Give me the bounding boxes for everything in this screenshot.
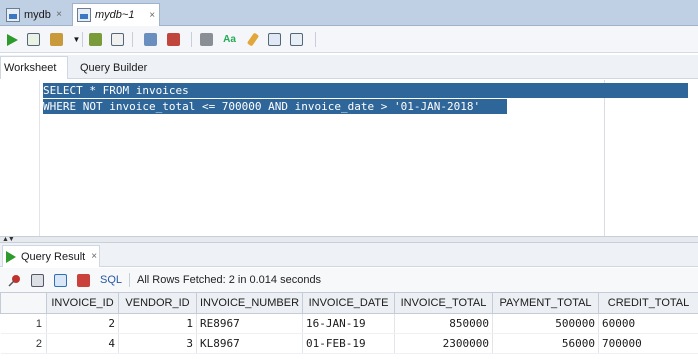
column-header[interactable]: INVOICE_TOTAL xyxy=(394,292,493,314)
tab-query-builder[interactable]: Query Builder xyxy=(80,56,147,79)
document-tab-strip: mydb × mydb~1 × xyxy=(0,0,698,26)
column-header[interactable]: VENDOR_ID xyxy=(118,292,197,314)
tab-label: mydb~1 xyxy=(95,9,135,21)
column-header[interactable]: INVOICE_ID xyxy=(46,292,119,314)
toolbar-divider xyxy=(132,32,133,47)
toolbar-divider xyxy=(82,32,83,47)
close-icon[interactable]: × xyxy=(149,10,155,21)
cancel-button[interactable] xyxy=(198,31,215,48)
table-cell[interactable]: 700000 xyxy=(598,333,698,354)
editor-subtabs: Worksheet Query Builder xyxy=(0,55,698,79)
rollback-button[interactable] xyxy=(165,31,182,48)
autotrace-icon xyxy=(111,33,124,46)
refresh-icon xyxy=(53,273,67,287)
cancel-icon xyxy=(76,273,90,287)
close-icon[interactable]: × xyxy=(91,251,97,262)
column-header[interactable]: PAYMENT_TOTAL xyxy=(492,292,599,314)
tuning-advisor-icon xyxy=(290,33,303,46)
table-cell[interactable]: 850000 xyxy=(394,313,493,334)
printer-icon xyxy=(30,273,44,287)
table-cell[interactable]: 3 xyxy=(118,333,197,354)
header-row: INVOICE_ID VENDOR_ID INVOICE_NUMBER INVO… xyxy=(0,292,698,314)
explain-plan-icon xyxy=(89,33,102,46)
table-cell[interactable]: 500000 xyxy=(492,313,599,334)
sql-history-button[interactable] xyxy=(266,31,283,48)
commit-button[interactable] xyxy=(48,31,65,48)
history-icon xyxy=(268,33,281,46)
result-tab-label: Query Result xyxy=(21,250,86,263)
print-button[interactable] xyxy=(29,272,45,288)
column-header[interactable]: CREDIT_TOTAL xyxy=(598,292,698,314)
table-cell[interactable]: 56000 xyxy=(492,333,599,354)
sql-tuning-button[interactable] xyxy=(288,31,305,48)
sql-link[interactable]: SQL xyxy=(100,274,122,286)
cancel-fetch-button[interactable] xyxy=(75,272,91,288)
eraser-icon xyxy=(246,32,259,47)
fetch-status: All Rows Fetched: 2 in 0.014 seconds xyxy=(137,274,322,286)
rollback-icon xyxy=(167,33,180,46)
autotrace-button[interactable] xyxy=(109,31,126,48)
column-header[interactable]: INVOICE_NUMBER xyxy=(196,292,303,314)
pin-button[interactable] xyxy=(6,272,22,288)
database-icon xyxy=(50,33,63,46)
refresh-button[interactable] xyxy=(52,272,68,288)
run-statement-button[interactable] xyxy=(3,31,20,48)
tab-label: mydb xyxy=(24,8,51,21)
commit-icon xyxy=(144,33,157,46)
table-cell[interactable]: 60000 xyxy=(598,313,698,334)
table-cell[interactable]: KL8967 xyxy=(196,333,303,354)
column-header[interactable]: INVOICE_DATE xyxy=(302,292,395,314)
to-upper-icon: Aa xyxy=(223,34,236,45)
code-line[interactable]: WHERE NOT invoice_total <= 700000 AND in… xyxy=(43,99,507,114)
splitter-arrows-icon[interactable]: ▲▼ xyxy=(2,236,15,243)
row-number: 1 xyxy=(0,313,47,334)
commit-transaction-button[interactable] xyxy=(142,31,159,48)
table-cell[interactable]: 2 xyxy=(46,313,119,334)
tab-worksheet[interactable]: Worksheet xyxy=(0,56,68,79)
table-cell[interactable]: 01-FEB-19 xyxy=(302,333,395,354)
pin-icon xyxy=(7,274,20,287)
tab-mydb-1[interactable]: mydb~1 × xyxy=(72,3,160,26)
play-icon xyxy=(6,250,16,263)
editor-gutter xyxy=(0,80,40,236)
table-cell[interactable]: RE8967 xyxy=(196,313,303,334)
tab-query-result[interactable]: Query Result × xyxy=(2,245,100,267)
right-margin-line xyxy=(604,80,605,236)
toolbar-divider xyxy=(315,32,316,47)
table-cell[interactable]: 2300000 xyxy=(394,333,493,354)
toolbar-divider xyxy=(191,32,192,47)
run-icon xyxy=(6,33,18,46)
toolbar-divider xyxy=(129,273,131,287)
table-row[interactable]: 2 4 3 KL8967 01-FEB-19 2300000 56000 700… xyxy=(0,333,698,354)
row-number: 2 xyxy=(0,333,47,354)
result-tab-bar: Query Result × xyxy=(0,243,698,267)
format-button[interactable]: Aa xyxy=(221,31,238,48)
worksheet-toolbar: ▼ Aa xyxy=(0,26,698,53)
result-grid[interactable]: INVOICE_ID VENDOR_ID INVOICE_NUMBER INVO… xyxy=(0,292,698,359)
chevron-down-icon: ▼ xyxy=(72,35,81,44)
table-row[interactable]: 1 2 1 RE8967 16-JAN-19 850000 500000 600… xyxy=(0,313,698,334)
explain-plan-button[interactable] xyxy=(87,31,104,48)
result-toolbar: SQL All Rows Fetched: 2 in 0.014 seconds xyxy=(0,268,698,292)
sql-editor[interactable]: SELECT * FROM invoices WHERE NOT invoice… xyxy=(0,80,698,236)
pane-splitter[interactable]: ▲▼ xyxy=(0,236,698,243)
cancel-icon xyxy=(200,33,213,46)
close-icon[interactable]: × xyxy=(56,9,62,20)
result-table: INVOICE_ID VENDOR_ID INVOICE_NUMBER INVO… xyxy=(0,292,698,354)
sql-worksheet-icon xyxy=(77,8,91,22)
run-script-button[interactable] xyxy=(25,31,42,48)
table-cell[interactable]: 1 xyxy=(118,313,197,334)
table-cell[interactable]: 16-JAN-19 xyxy=(302,313,395,334)
corner-cell xyxy=(0,292,47,314)
table-cell[interactable]: 4 xyxy=(46,333,119,354)
code-line[interactable]: SELECT * FROM invoices xyxy=(43,83,688,98)
script-icon xyxy=(27,33,40,46)
sql-worksheet-icon xyxy=(6,7,20,22)
tab-mydb[interactable]: mydb × xyxy=(2,3,66,26)
clear-button[interactable] xyxy=(244,31,261,48)
